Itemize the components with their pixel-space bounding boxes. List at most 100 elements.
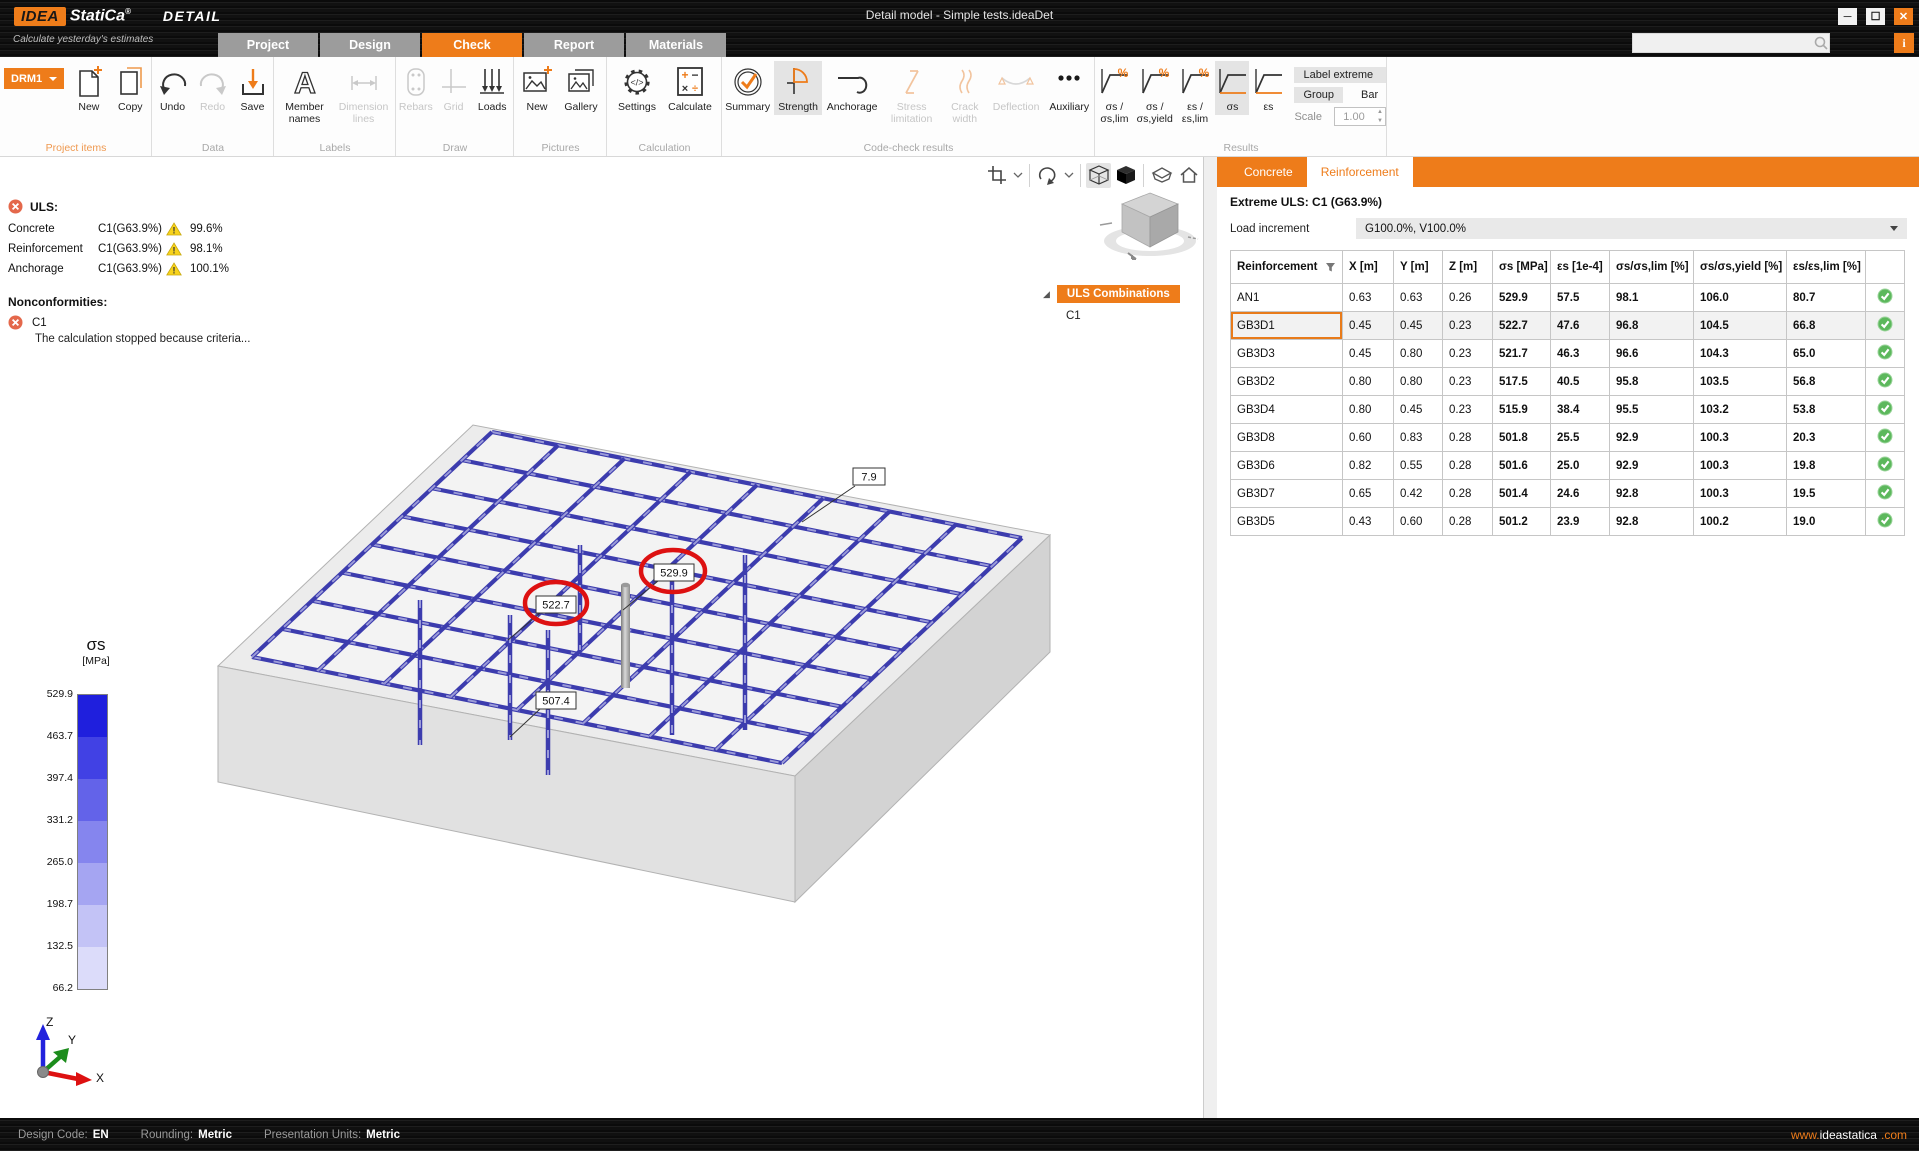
new-item-button[interactable]: New xyxy=(69,61,108,115)
header-sigma[interactable]: σs [MPa] xyxy=(1493,251,1551,284)
spinner-arrows[interactable]: ▲▼ xyxy=(1377,109,1383,124)
save-button[interactable]: Save xyxy=(234,61,272,115)
table-row[interactable]: GB3D80.600.830.28501.825.592.9100.320.3 xyxy=(1231,424,1905,452)
header-eps-lim[interactable]: εs/εs,lim [%] xyxy=(1787,251,1866,284)
tab-check[interactable]: Check xyxy=(422,33,522,57)
grid-button[interactable]: Grid xyxy=(437,61,471,115)
uls-row-value: 99.6% xyxy=(190,223,223,235)
loads-button[interactable]: Loads xyxy=(472,61,512,115)
crop-options-button[interactable] xyxy=(1011,163,1024,188)
label-extreme-toggle[interactable]: Label extreme xyxy=(1294,67,1386,83)
rotate-view-button[interactable] xyxy=(1035,163,1060,188)
maximize-button[interactable]: ☐ xyxy=(1866,8,1885,25)
nonconformity-text: The calculation stopped because criteria… xyxy=(35,333,250,345)
anchor-cylinder[interactable] xyxy=(621,583,630,688)
settings-button[interactable]: </> Settings xyxy=(612,61,662,115)
group-toggle[interactable]: Group xyxy=(1294,87,1343,103)
redo-button[interactable]: Redo xyxy=(194,61,232,115)
table-row[interactable]: GB3D60.820.550.28501.625.092.9100.319.8 xyxy=(1231,452,1905,480)
new-picture-button[interactable]: New xyxy=(517,61,557,115)
result-eps-lim-button[interactable]: % εs /εs,lim xyxy=(1177,61,1214,127)
result-eps-button[interactable]: εs xyxy=(1251,61,1285,115)
table-row[interactable]: GB3D50.430.600.28501.223.992.8100.219.0 xyxy=(1231,508,1905,536)
anchorage-button[interactable]: Anchorage xyxy=(824,61,881,115)
tab-concrete[interactable]: Concrete xyxy=(1230,157,1307,187)
section-view-button[interactable] xyxy=(1149,163,1174,188)
tab-project[interactable]: Project xyxy=(218,33,318,57)
project-item-selector[interactable]: DRM1 xyxy=(4,68,64,89)
nonconformity-item[interactable]: C1 xyxy=(32,317,47,329)
filter-icon[interactable] xyxy=(1325,262,1336,273)
summary-button[interactable]: Summary xyxy=(723,61,772,115)
header-reinforcement[interactable]: Reinforcement xyxy=(1231,251,1343,284)
header-sigma-lim[interactable]: σs/σs,lim [%] xyxy=(1610,251,1694,284)
result-sigma-button[interactable]: σs xyxy=(1215,61,1249,115)
tab-report[interactable]: Report xyxy=(524,33,624,57)
deflection-button[interactable]: Deflection xyxy=(989,61,1044,115)
rotate-options-button[interactable] xyxy=(1062,163,1075,188)
undo-button[interactable]: Undo xyxy=(154,61,192,115)
website-link[interactable]: www.ideastatica.com xyxy=(1791,1128,1907,1142)
header-z[interactable]: Z [m] xyxy=(1443,251,1493,284)
gallery-button[interactable]: Gallery xyxy=(559,61,603,115)
strength-button[interactable]: Strength xyxy=(774,61,822,115)
expander-icon[interactable]: ◢ xyxy=(1043,289,1050,300)
value-cell: 53.8 xyxy=(1787,396,1866,424)
member-names-button[interactable]: A Member names xyxy=(277,61,333,127)
solid-view-button[interactable] xyxy=(1113,163,1138,188)
load-increment-dropdown[interactable]: G100.0%, V100.0% xyxy=(1356,218,1907,239)
table-row[interactable]: GB3D10.450.450.23522.747.696.8104.566.8 xyxy=(1231,312,1905,340)
tab-design[interactable]: Design xyxy=(320,33,420,57)
combination-item[interactable]: C1 xyxy=(1066,310,1180,322)
uls-combinations-label[interactable]: ULS Combinations xyxy=(1057,285,1180,303)
legend-band xyxy=(78,905,107,947)
copy-button[interactable]: Copy xyxy=(111,61,150,115)
crack-width-button[interactable]: Crack width xyxy=(943,61,987,127)
status-cell xyxy=(1866,284,1905,312)
value-cell: 0.63 xyxy=(1394,284,1443,312)
scale-label: Scale xyxy=(1294,111,1322,123)
wireframe-view-button[interactable] xyxy=(1086,163,1111,188)
table-row[interactable]: GB3D70.650.420.28501.424.692.8100.319.5 xyxy=(1231,480,1905,508)
header-x[interactable]: X [m] xyxy=(1343,251,1394,284)
minimize-button[interactable]: ─ xyxy=(1838,8,1857,25)
table-row[interactable]: GB3D30.450.800.23521.746.396.6104.365.0 xyxy=(1231,340,1905,368)
svg-text:A: A xyxy=(294,67,316,100)
calculate-button[interactable]: +−×÷ Calculate xyxy=(664,61,716,115)
header-eps[interactable]: εs [1e-4] xyxy=(1551,251,1610,284)
value-cell: 0.80 xyxy=(1343,368,1394,396)
search-box[interactable] xyxy=(1632,33,1830,53)
table-row[interactable]: AN10.630.630.26529.957.598.1106.080.7 xyxy=(1231,284,1905,312)
auxiliary-button[interactable]: Auxiliary xyxy=(1046,61,1094,115)
bar-toggle[interactable]: Bar xyxy=(1359,87,1380,103)
value-cell: 0.23 xyxy=(1443,340,1493,368)
ok-icon xyxy=(1877,344,1893,360)
header-sigma-yield[interactable]: σs/σs,yield [%] xyxy=(1694,251,1787,284)
info-button[interactable]: i xyxy=(1894,33,1914,53)
deflection-icon xyxy=(997,64,1035,100)
home-view-button[interactable] xyxy=(1176,163,1201,188)
header-y[interactable]: Y [m] xyxy=(1394,251,1443,284)
uls-rows: ConcreteC1(G63.9%)!99.6%ReinforcementC1(… xyxy=(8,219,250,279)
rebars-button[interactable]: Rebars xyxy=(397,61,435,115)
loads-icon xyxy=(476,65,508,99)
value-cell: 98.1 xyxy=(1610,284,1694,312)
tab-materials[interactable]: Materials xyxy=(626,33,726,57)
3d-viewport[interactable]: 7.9 529.9 522.7 507.4 xyxy=(0,157,1204,1118)
close-button[interactable]: ✕ xyxy=(1894,8,1913,25)
result-sigma-lim-button[interactable]: % σs /σs,lim xyxy=(1096,61,1133,127)
dimension-lines-button[interactable]: Dimension lines xyxy=(335,61,393,127)
chevron-down-icon xyxy=(1890,226,1898,231)
panel-splitter[interactable] xyxy=(1204,157,1217,1118)
scale-input[interactable]: 1.00 ▲▼ xyxy=(1334,107,1386,126)
uls-row: ConcreteC1(G63.9%)!99.6% xyxy=(8,219,250,239)
table-row[interactable]: GB3D40.800.450.23515.938.495.5103.253.8 xyxy=(1231,396,1905,424)
result-sigma-yield-button[interactable]: % σs /σs,yield xyxy=(1135,61,1175,127)
table-row[interactable]: GB3D20.800.800.23517.540.595.8103.556.8 xyxy=(1231,368,1905,396)
value-cell: 0.45 xyxy=(1343,312,1394,340)
navigation-cube[interactable] xyxy=(1098,185,1202,269)
crop-view-button[interactable] xyxy=(984,163,1009,188)
stress-limitation-button[interactable]: Stress limitation xyxy=(882,61,940,127)
tab-reinforcement[interactable]: Reinforcement xyxy=(1307,157,1413,187)
search-input[interactable] xyxy=(1633,37,1813,49)
